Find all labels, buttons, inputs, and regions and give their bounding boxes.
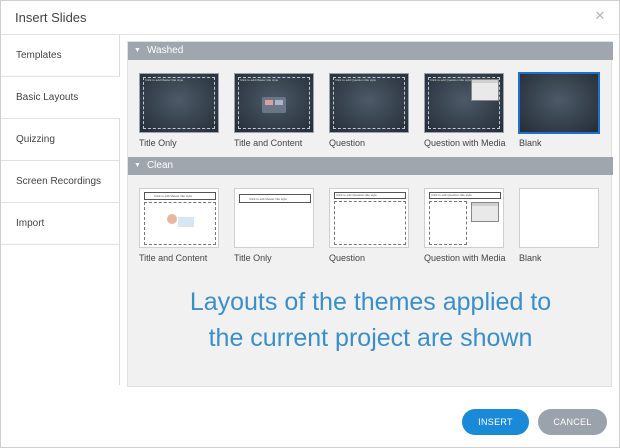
sidebar-item-quizzing[interactable]: Quizzing	[1, 119, 119, 161]
sidebar-item-label: Basic Layouts	[16, 92, 79, 103]
layout-thumb-washed-question-with-media[interactable]: Click to add Question title style	[424, 73, 504, 133]
content-placeholder	[429, 201, 467, 245]
placeholder-outline	[143, 77, 215, 129]
section-title: Washed	[146, 45, 184, 56]
layout-thumb-washed-blank[interactable]	[518, 72, 600, 134]
layout-thumb-clean-title-only[interactable]: Click to edit Master title style	[234, 188, 314, 248]
mini-title: Click to edit Master title style	[249, 197, 288, 201]
mini-title: Click to add Question title style	[335, 78, 377, 82]
insert-slides-dialog: Insert Slides ✕ Templates Basic Layouts …	[0, 0, 620, 448]
layout-label: Question	[329, 138, 366, 148]
content-image	[178, 217, 194, 227]
media-placeholder	[471, 79, 499, 101]
person-image	[167, 214, 177, 224]
layout-thumb-washed-question[interactable]: Click to add Question title style	[329, 73, 409, 133]
chart-icon	[275, 100, 283, 105]
close-icon[interactable]: ✕	[593, 9, 607, 23]
dialog-footer: INSERT CANCEL	[1, 399, 619, 447]
media-placeholder	[471, 202, 499, 222]
sidebar: Templates Basic Layouts Quizzing Screen …	[1, 35, 120, 385]
sidebar-item-import[interactable]: Import	[1, 203, 119, 245]
layout-thumb-clean-question-with-media[interactable]: Click to edit Question title style	[424, 188, 504, 248]
layout-thumb-washed-title-only[interactable]: Click to add Master title style	[139, 73, 219, 133]
section-header-washed[interactable]: ▼ Washed	[128, 42, 613, 60]
layout-thumb-washed-title-and-content[interactable]: Click to add Master title style	[234, 73, 314, 133]
mini-title: Click to add Master title style	[240, 78, 279, 82]
sidebar-item-label: Import	[16, 218, 45, 229]
mini-title: Click to add Question title style	[430, 78, 472, 82]
mini-title: Click to edit Question title style	[336, 193, 377, 197]
content-placeholder	[334, 201, 406, 245]
collapse-arrow-icon: ▼	[134, 162, 141, 169]
sidebar-item-label: Screen Recordings	[16, 176, 102, 187]
layout-label: Title and Content	[234, 138, 303, 148]
sidebar-item-label: Quizzing	[16, 134, 55, 145]
layouts-panel: ▼ Washed Click to add Master title style …	[127, 41, 613, 387]
callout-line-2: the current project are shown	[208, 324, 533, 352]
sidebar-item-templates[interactable]: Templates	[1, 35, 119, 77]
layout-thumb-clean-title-and-content[interactable]: Click to edit Master title style	[139, 188, 219, 248]
callout-line-1: Layouts of the themes applied to	[189, 288, 552, 316]
collapse-arrow-icon: ▼	[134, 47, 141, 54]
layout-label: Question with Media	[424, 253, 506, 263]
layout-thumb-clean-blank[interactable]	[519, 188, 599, 248]
layout-label: Title Only	[234, 253, 272, 263]
mini-title: Click to edit Question title style	[431, 193, 472, 197]
section-title: Clean	[146, 160, 174, 171]
sidebar-item-screen-recordings[interactable]: Screen Recordings	[1, 161, 119, 203]
layout-label: Blank	[519, 253, 542, 263]
layout-label: Question	[329, 253, 366, 263]
picture-icon	[265, 100, 273, 105]
layout-thumb-clean-question[interactable]: Click to edit Question title style	[329, 188, 409, 248]
section-header-clean[interactable]: ▼ Clean	[128, 157, 613, 175]
layout-label: Title and Content	[139, 253, 208, 263]
layout-label: Title Only	[139, 138, 177, 148]
callout-text: Layouts of the themes applied to the cur…	[128, 284, 613, 356]
layout-label: Blank	[519, 138, 542, 148]
mini-title: Click to edit Master title style	[154, 194, 193, 198]
cancel-button[interactable]: CANCEL	[538, 409, 607, 435]
insert-button[interactable]: INSERT	[462, 409, 529, 435]
dialog-titlebar: Insert Slides ✕	[1, 1, 619, 35]
dialog-title: Insert Slides	[15, 10, 87, 25]
sidebar-item-label: Templates	[16, 50, 62, 61]
layout-label: Question with Media	[424, 138, 506, 148]
sidebar-item-basic-layouts[interactable]: Basic Layouts	[1, 77, 120, 119]
mini-title: Click to add Master title style	[145, 78, 184, 82]
placeholder-outline	[333, 77, 405, 129]
